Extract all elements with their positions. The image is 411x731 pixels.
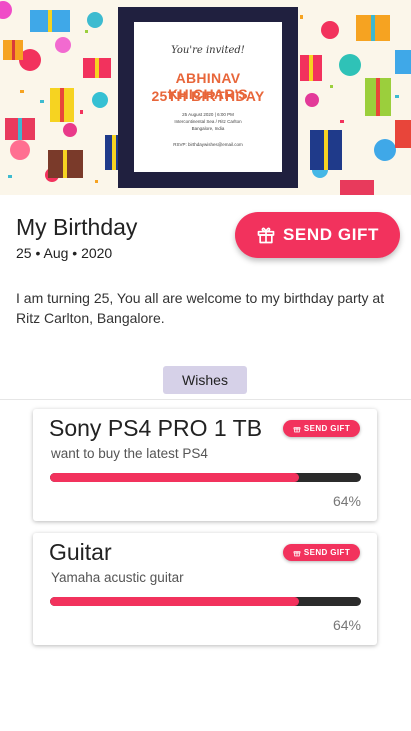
- wish-progress-fill: [50, 597, 299, 606]
- send-gift-label: SEND GIFT: [282, 225, 380, 244]
- invitation-card: You're invited! ABHINAV KHICHAR'S 25TH B…: [134, 22, 282, 172]
- wishes-tab[interactable]: Wishes: [163, 366, 247, 394]
- event-title: My Birthday: [16, 214, 138, 240]
- wish-send-gift-button[interactable]: SEND GIFT: [283, 420, 360, 437]
- wish-name: Guitar: [49, 539, 112, 565]
- invitation-rsvp: RSVP: birthdaywishes@email.com: [173, 142, 243, 147]
- invitation-tagline: You're invited!: [171, 45, 245, 56]
- wish-description: want to buy the latest PS4: [51, 446, 208, 461]
- wish-description: Yamaha acustic guitar: [51, 570, 184, 585]
- wish-send-gift-label: SEND GIFT: [303, 424, 351, 433]
- wish-send-gift-label: SEND GIFT: [303, 548, 351, 557]
- wish-card[interactable]: Guitar Yamaha acustic guitar SEND GIFT 6…: [33, 533, 377, 645]
- wish-progress-bar: [50, 473, 361, 482]
- wish-send-gift-button[interactable]: SEND GIFT: [283, 544, 360, 561]
- wish-name: Sony PS4 PRO 1 TB: [49, 415, 263, 441]
- event-banner: You're invited! ABHINAV KHICHAR'S 25TH B…: [0, 0, 411, 195]
- event-date: 25 • Aug • 2020: [16, 245, 113, 261]
- gift-icon: [293, 550, 301, 556]
- wish-progress-percent: 64%: [332, 493, 361, 509]
- wish-progress-fill: [50, 473, 299, 482]
- gift-icon: [293, 426, 301, 432]
- gift-icon: [257, 227, 275, 244]
- section-divider: [0, 399, 411, 400]
- event-description: I am turning 25, You all are welcome to …: [16, 290, 385, 326]
- wish-progress-percent: 64%: [332, 617, 361, 633]
- wish-card[interactable]: Sony PS4 PRO 1 TB want to buy the latest…: [33, 409, 377, 521]
- send-gift-button[interactable]: SEND GIFT: [235, 212, 400, 258]
- invitation-details-city: Bangalore, India: [191, 126, 225, 131]
- invitation-details-date: 25 August 2020 | 6:00 PM: [182, 112, 234, 117]
- wish-progress-bar: [50, 597, 361, 606]
- invitation-title: 25TH BIRTHDAY: [151, 88, 265, 104]
- invitation-details-venue: Intercontinental Sea / Ritz Carlton: [174, 119, 242, 124]
